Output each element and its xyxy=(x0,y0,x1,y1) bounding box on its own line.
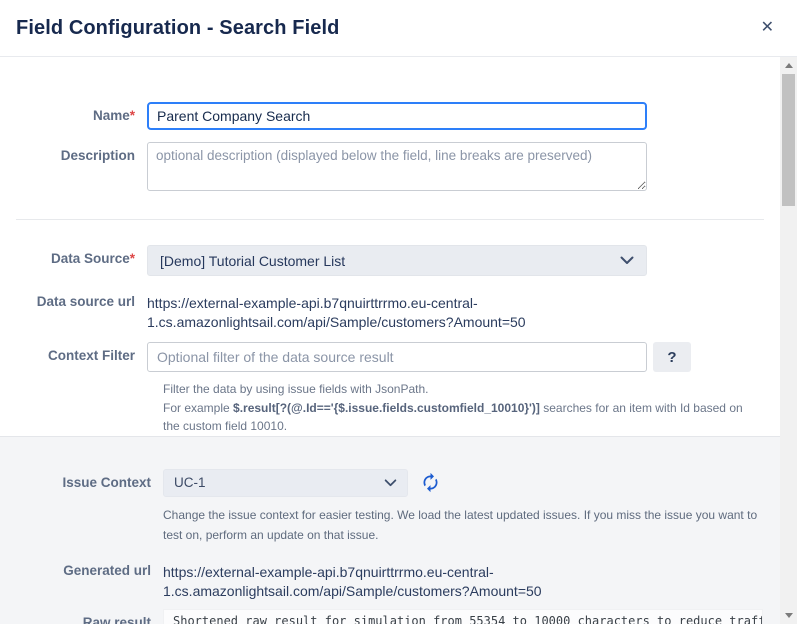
data-source-url-value: https://external-example-api.b7qnuirttrr… xyxy=(147,288,647,332)
issue-context-select[interactable]: UC-1 xyxy=(163,469,408,497)
generated-url-row: Generated url https://external-example-a… xyxy=(16,557,781,601)
scrollbar-up-arrow-icon[interactable] xyxy=(785,63,793,68)
issue-context-label: Issue Context xyxy=(16,469,163,492)
description-label: Description xyxy=(0,142,147,165)
generated-url-label: Generated url xyxy=(16,557,163,580)
raw-result-value: Shortened raw result for simulation from… xyxy=(163,609,763,625)
chevron-down-icon xyxy=(384,479,397,487)
modal-header: Field Configuration - Search Field ✕ xyxy=(0,0,797,57)
issue-context-help: Change the issue context for easier test… xyxy=(163,505,767,545)
filter-help-example: For example $.result[?(@.Id=='{$.issue.f… xyxy=(163,399,759,436)
data-source-url-row: Data source url https://external-example… xyxy=(0,288,780,332)
close-icon[interactable]: ✕ xyxy=(757,16,778,40)
description-row: Description xyxy=(0,142,780,191)
generated-url-value: https://external-example-api.b7qnuirttrr… xyxy=(163,557,663,601)
data-source-selected-value: [Demo] Tutorial Customer List xyxy=(160,253,345,269)
issue-context-row: Issue Context UC-1 xyxy=(16,469,781,497)
required-asterisk: * xyxy=(130,251,135,266)
required-asterisk: * xyxy=(130,108,135,123)
field-configuration-modal: Field Configuration - Search Field ✕ Nam… xyxy=(0,0,797,624)
filter-help-line1: Filter the data by using issue fields wi… xyxy=(163,380,759,399)
chevron-down-icon xyxy=(620,256,634,265)
modal-body: Name* Description Data Source* [Demo] Tu… xyxy=(0,57,797,624)
name-input[interactable] xyxy=(147,102,647,130)
context-filter-input[interactable] xyxy=(147,342,647,372)
data-source-select[interactable]: [Demo] Tutorial Customer List xyxy=(147,245,647,276)
modal-title: Field Configuration - Search Field xyxy=(16,17,339,40)
refresh-issues-button[interactable] xyxy=(420,472,441,493)
scrollbar-down-arrow-icon[interactable] xyxy=(785,613,793,618)
data-source-row: Data Source* [Demo] Tutorial Customer Li… xyxy=(0,245,780,276)
context-filter-help: Filter the data by using issue fields wi… xyxy=(163,380,759,436)
scrollbar[interactable] xyxy=(780,57,797,624)
name-label: Name* xyxy=(0,102,147,125)
section-divider xyxy=(16,219,764,220)
raw-result-row: Raw result Shortened raw result for simu… xyxy=(16,609,781,625)
name-row: Name* xyxy=(0,102,780,130)
issue-context-selected-value: UC-1 xyxy=(174,475,206,490)
data-source-label: Data Source* xyxy=(0,245,147,268)
context-filter-label: Context Filter xyxy=(0,342,147,365)
raw-result-label: Raw result xyxy=(16,609,163,625)
jsonpath-code: $.result[?(@.Id=='{$.issue.fields.custom… xyxy=(233,401,540,415)
refresh-icon xyxy=(420,472,441,493)
help-button[interactable]: ? xyxy=(653,342,691,372)
context-filter-row: Context Filter ? xyxy=(0,342,780,372)
data-source-url-label: Data source url xyxy=(0,288,147,311)
scrollbar-thumb[interactable] xyxy=(782,74,795,206)
testing-section: Issue Context UC-1 Change the issue xyxy=(0,436,797,625)
description-textarea[interactable] xyxy=(147,142,647,191)
